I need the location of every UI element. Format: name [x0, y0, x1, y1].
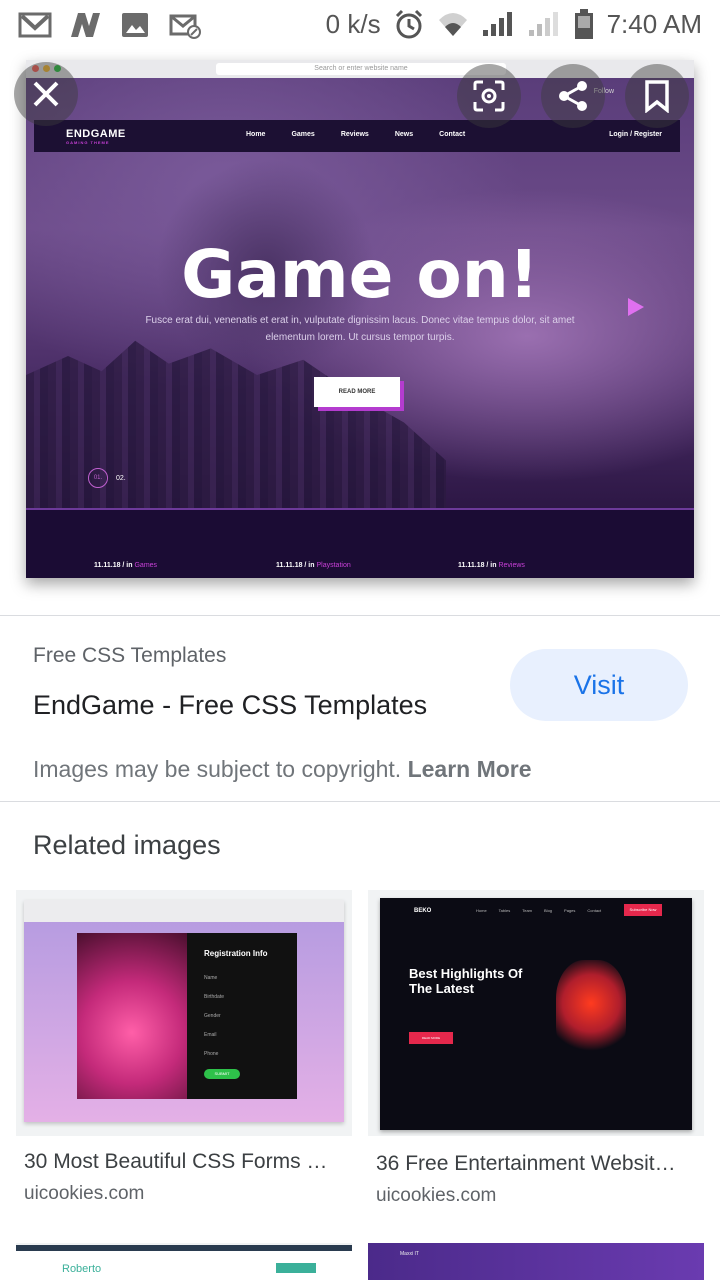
preview-read-more: READ MORE — [314, 377, 400, 407]
footer-item: 11.11.18 / in Games — [94, 562, 157, 569]
footer-item: 11.11.18 / in Playstation — [276, 562, 351, 569]
thumb-brand: Maxxi IT — [400, 1251, 419, 1257]
thumb-figure — [556, 960, 626, 1056]
footer-date: 11.11.18 / in — [94, 562, 133, 569]
related-caption[interactable]: 30 Most Beautiful CSS Forms … — [24, 1150, 354, 1174]
related-domain: uicookies.com — [376, 1185, 497, 1206]
entertainment-thumbnail: BEKO Home Tables Team Blog Pages Contact… — [380, 898, 692, 1130]
related-image-entertainment[interactable]: BEKO Home Tables Team Blog Pages Contact… — [368, 890, 704, 1136]
thumb-button: READ MORE — [409, 1032, 453, 1044]
preview-headline: Game on! — [181, 236, 539, 313]
thumb-nav: Tables — [498, 908, 511, 913]
pager-next: 02. — [116, 474, 126, 482]
lens-icon — [473, 80, 505, 112]
thumb-brand: BEKO — [414, 908, 432, 914]
thumb-headline: Best Highlights Of The Latest — [409, 966, 523, 996]
forms-thumbnail: Registration Info Name Birthdate Gender … — [24, 900, 344, 1122]
lens-button[interactable] — [457, 64, 521, 128]
footer-date: 11.11.18 / in — [458, 562, 497, 569]
bookmark-button[interactable] — [625, 64, 689, 128]
related-heading: Related images — [33, 830, 221, 860]
form-title: Registration Info — [204, 949, 268, 958]
logo-text: ENDGAME — [66, 128, 126, 140]
thumb-brand: Roberto — [62, 1263, 102, 1275]
divider — [0, 615, 720, 616]
thumb-nav: Contact — [587, 908, 602, 913]
form-field: Birthdate — [204, 994, 225, 1000]
learn-more-link[interactable]: Learn More — [408, 756, 532, 782]
preview-nav-reviews: Reviews — [340, 131, 369, 138]
preview-image[interactable]: Search or enter website name Follow ENDG… — [26, 60, 694, 578]
form-field: Email — [204, 1032, 217, 1038]
status-bar: 0 k/s 7:40 AM — [0, 0, 720, 50]
gmail-icon — [18, 12, 52, 38]
footer-tag: Playstation — [316, 562, 351, 569]
signal-weak-icon — [528, 12, 558, 36]
form-field: Name — [204, 975, 218, 981]
thumb-nav: Team — [522, 908, 533, 913]
bookmark-icon — [645, 80, 669, 113]
n-app-icon — [71, 13, 100, 37]
divider — [0, 801, 720, 802]
share-icon — [559, 81, 587, 111]
thumb-cta: Subscribe Now — [624, 904, 662, 916]
preview-pager: 01. 02. — [88, 468, 126, 488]
related-domain: uicookies.com — [24, 1183, 145, 1204]
thumb-nav: Home — [476, 908, 487, 913]
network-speed: 0 k/s — [325, 8, 381, 39]
source-name: Free CSS Templates — [33, 644, 227, 667]
preview-nav-home: Home — [246, 131, 266, 138]
pager-current: 01. — [88, 468, 108, 488]
form-submit: SUBMIT — [204, 1069, 240, 1079]
form-field: Phone — [204, 1051, 219, 1057]
share-button[interactable] — [541, 64, 605, 128]
copyright-text: Images may be subject to copyright. — [33, 756, 402, 782]
related-image-roberto[interactable]: Roberto — [16, 1243, 352, 1280]
battery-icon — [574, 9, 593, 39]
preview-footer: 11.11.18 / in Games 11.11.18 / in Playst… — [26, 508, 694, 578]
form-panel: Registration Info Name Birthdate Gender … — [187, 933, 297, 1099]
related-image-purple[interactable]: Maxxi IT — [368, 1243, 704, 1280]
footer-date: 11.11.18 / in — [276, 562, 315, 569]
form-photo — [77, 933, 187, 1099]
logo-tagline: GAMING THEME — [66, 140, 110, 145]
footer-item: 11.11.18 / in Reviews — [458, 562, 525, 569]
preview-url-bar: Search or enter website name — [216, 63, 506, 75]
image-icon — [122, 13, 148, 37]
close-icon — [33, 81, 59, 107]
thumb-nav: Blog — [544, 908, 553, 913]
related-image-forms[interactable]: Registration Info Name Birthdate Gender … — [16, 890, 352, 1136]
preview-subtext: Fusce erat dui, venenatis et erat in, vu… — [145, 315, 575, 343]
message-blocked-icon — [169, 14, 201, 39]
preview-nav-contact: Contact — [439, 131, 466, 138]
preview-login: Login / Register — [609, 131, 662, 138]
preview-nav-games: Games — [291, 131, 315, 138]
wifi-icon — [438, 13, 467, 36]
alarm-icon — [395, 9, 422, 39]
visit-button[interactable]: Visit — [510, 649, 688, 721]
footer-tag: Games — [134, 562, 158, 569]
close-button[interactable] — [14, 62, 78, 126]
play-arrow-icon — [628, 298, 644, 316]
related-caption[interactable]: 36 Free Entertainment Websit… — [376, 1152, 706, 1176]
thumb-nav: Pages — [564, 908, 576, 913]
image-title[interactable]: EndGame - Free CSS Templates — [33, 690, 427, 721]
preview-logo: ENDGAME GAMING THEME — [66, 128, 126, 145]
signal-icon — [482, 12, 512, 36]
copyright-notice: Images may be subject to copyright. Lear… — [33, 756, 532, 783]
clock: 7:40 AM — [606, 8, 702, 39]
footer-tag: Reviews — [498, 562, 525, 569]
preview-nav-news: News — [394, 131, 414, 138]
form-field: Gender — [204, 1013, 221, 1019]
preview-menu: Home Games Reviews News Contact — [246, 131, 465, 138]
